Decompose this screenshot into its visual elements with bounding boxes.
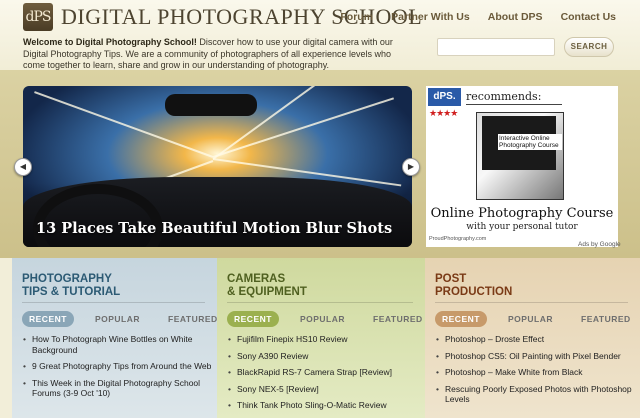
- tab-recent[interactable]: RECENT: [435, 311, 487, 327]
- nav-contact-link[interactable]: Contact Us: [561, 11, 616, 23]
- list-item[interactable]: Rescuing Poorly Exposed Photos with Phot…: [435, 384, 635, 405]
- ad-url: ProudPhotography.com: [429, 236, 487, 242]
- tab-featured[interactable]: FEATURED: [574, 311, 638, 327]
- chevron-right-icon[interactable]: ▶: [402, 158, 420, 176]
- column-divider: [227, 302, 413, 303]
- nav-forum-link[interactable]: Forum: [340, 11, 373, 23]
- post-production-column: POSTPRODUCTION RECENT POPULAR FEATURED P…: [425, 258, 640, 418]
- column-title[interactable]: POST PRODUCTION: [435, 273, 512, 299]
- column-title[interactable]: PHOTOGRAPHY TIPS & TUTORIAL: [22, 273, 120, 299]
- welcome-text: Welcome to Digital Photography School! D…: [23, 37, 403, 72]
- top-nav: Forum Partner With Us About DPS Contact …: [340, 11, 616, 23]
- cameras-equipment-column: CAMERAS & EQUIPMENT RECENT POPULAR FEATUR…: [217, 258, 425, 418]
- nav-about-link[interactable]: About DPS: [488, 11, 543, 23]
- ad-recommends: recommends:: [466, 90, 542, 103]
- column-title-line: TIPS & TUTORIAL: [22, 286, 121, 298]
- tab-recent[interactable]: RECENT: [22, 311, 74, 327]
- column-tabs: RECENT POPULAR FEATURED: [22, 311, 217, 327]
- featured-slide-caption[interactable]: 13 Places Take Beautiful Motion Blur Sho…: [36, 220, 392, 237]
- column-title-line: POST: [435, 273, 467, 285]
- ad-title: Online Photography Course: [430, 206, 614, 221]
- tab-featured[interactable]: FEATURED: [366, 311, 425, 327]
- list-item[interactable]: Sony A390 Review: [227, 351, 417, 362]
- ad-subtitle: with your personal tutor: [466, 222, 578, 232]
- chevron-left-icon[interactable]: ◀: [14, 158, 32, 176]
- column-tabs: RECENT POPULAR FEATURED: [227, 311, 425, 327]
- nav-partner-link[interactable]: Partner With Us: [391, 11, 470, 23]
- tab-featured[interactable]: FEATURED: [161, 311, 217, 327]
- article-list: Fujifilm Finepix HS10 Review Sony A390 R…: [227, 334, 417, 417]
- article-list: How To Photograph Wine Bottles on White …: [22, 334, 212, 405]
- rating-stars-icon: ★★★★: [429, 108, 458, 118]
- column-title-line: PRODUCTION: [435, 286, 513, 298]
- tab-popular[interactable]: POPULAR: [293, 311, 352, 327]
- rearview-mirror: [165, 94, 257, 116]
- column-divider: [22, 302, 205, 303]
- list-item[interactable]: Photoshop – Droste Effect: [435, 334, 635, 345]
- list-item[interactable]: Sony NEX-5 [Review]: [227, 384, 417, 395]
- search-input[interactable]: [437, 38, 555, 56]
- list-item[interactable]: Fujifilm Finepix HS10 Review: [227, 334, 417, 345]
- ad-banner[interactable]: dPS. recommends: ★★★★ Interactive Online…: [426, 86, 618, 247]
- site-header: dPS DIGITAL PHOTOGRAPHY SCHOOL Forum Par…: [0, 0, 640, 70]
- tab-popular[interactable]: POPULAR: [88, 311, 147, 327]
- search-button[interactable]: SEARCH: [564, 37, 614, 57]
- column-title[interactable]: CAMERAS & EQUIPMENT: [227, 273, 307, 299]
- column-title-line: PHOTOGRAPHY: [22, 273, 112, 285]
- welcome-heading: Welcome to Digital Photography School!: [23, 37, 197, 47]
- ad-divider: [466, 104, 562, 105]
- column-title-line: & EQUIPMENT: [227, 286, 307, 298]
- article-list: Photoshop – Droste Effect Photoshop CS5:…: [435, 334, 635, 411]
- tips-tutorial-column: PHOTOGRAPHY TIPS & TUTORIAL RECENT POPULA…: [12, 258, 217, 418]
- list-item[interactable]: Photoshop – Make White from Black: [435, 367, 635, 378]
- ad-logo: dPS.: [428, 88, 461, 106]
- tab-popular[interactable]: POPULAR: [501, 311, 560, 327]
- list-item[interactable]: Think Tank Photo Sling-O-Matic Review: [227, 400, 417, 411]
- column-tabs: RECENT POPULAR FEATURED: [435, 311, 638, 327]
- column-title-line: CAMERAS: [227, 273, 286, 285]
- column-divider: [435, 302, 628, 303]
- list-item[interactable]: How To Photograph Wine Bottles on White …: [22, 334, 212, 355]
- site-logo[interactable]: dPS: [23, 3, 53, 31]
- list-item[interactable]: BlackRapid RS-7 Camera Strap [Review]: [227, 367, 417, 378]
- list-item[interactable]: Photoshop CS5: Oil Painting with Pixel B…: [435, 351, 635, 362]
- tab-recent[interactable]: RECENT: [227, 311, 279, 327]
- ads-by-google-link[interactable]: Ads by Google: [578, 241, 621, 248]
- list-item[interactable]: 9 Great Photography Tips from Around the…: [22, 361, 212, 372]
- list-item[interactable]: This Week in the Digital Photography Sch…: [22, 378, 212, 399]
- course-box-title: Interactive Online Photography Course: [498, 134, 562, 150]
